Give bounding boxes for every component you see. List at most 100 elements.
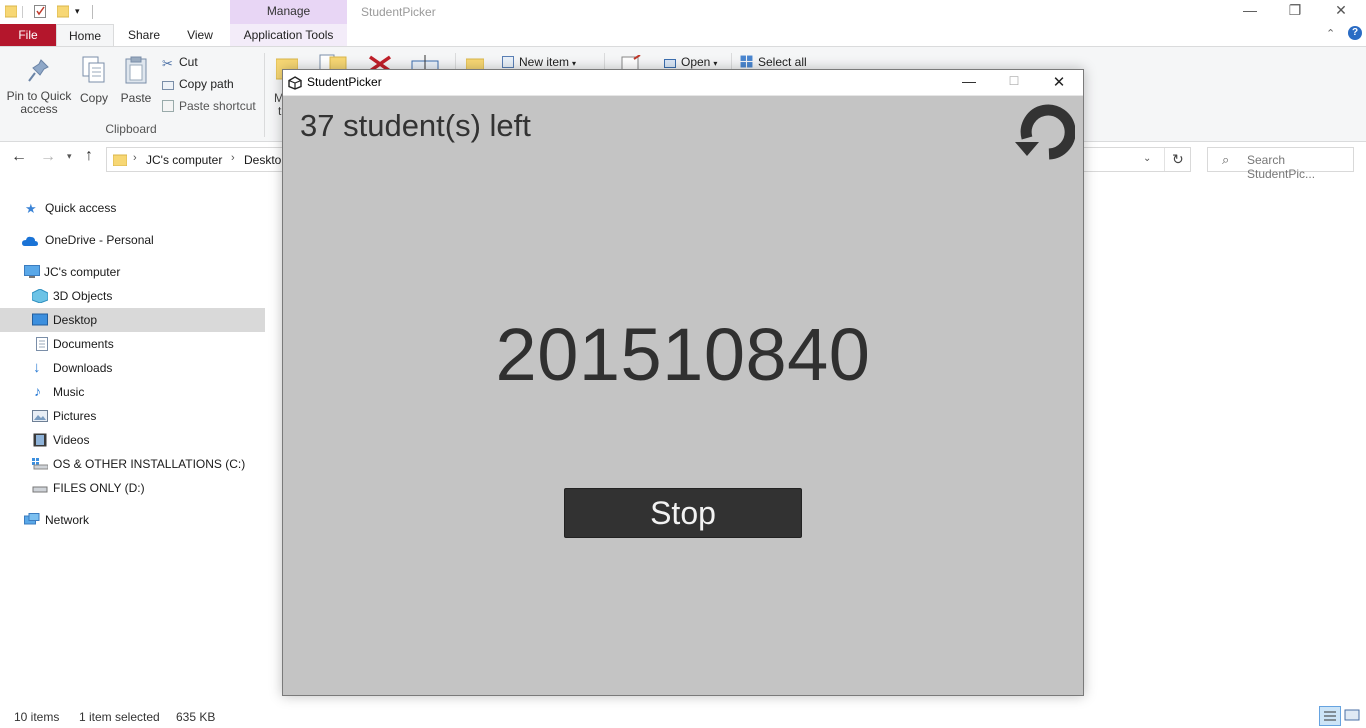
- picker-close-button[interactable]: ✕: [1037, 73, 1081, 93]
- breadcrumb-computer[interactable]: JC's computer: [146, 153, 222, 167]
- item-count: 10 items: [14, 710, 60, 724]
- drive-icon: [32, 486, 48, 493]
- search-input[interactable]: ⌕ Search StudentPic...: [1207, 147, 1354, 181]
- nav-documents[interactable]: Documents: [0, 332, 265, 356]
- reset-button[interactable]: [1013, 104, 1076, 160]
- address-divider: [1164, 148, 1165, 171]
- selection-size: 635 KB: [176, 710, 216, 724]
- nav-label: Quick access: [45, 201, 117, 215]
- ribbon-tabs: File Home Share View Application Tools ⌃…: [0, 24, 1366, 46]
- new-folder-icon[interactable]: [57, 4, 69, 18]
- stop-button[interactable]: Stop: [564, 488, 802, 538]
- nav-label: 3D Objects: [53, 289, 113, 303]
- collapse-ribbon-icon[interactable]: ⌃: [1326, 27, 1335, 40]
- navigation-pane: ★ Quick access OneDrive - Personal JC's …: [0, 190, 266, 540]
- up-arrow-icon[interactable]: ↑: [85, 147, 93, 165]
- nav-quick-access[interactable]: ★ Quick access: [0, 196, 265, 220]
- details-view-button[interactable]: [1319, 706, 1341, 726]
- address-dropdown-icon[interactable]: ⌄: [1143, 153, 1151, 164]
- nav-label: Pictures: [53, 409, 97, 423]
- tab-file[interactable]: File: [0, 24, 56, 46]
- nav-label: Documents: [53, 337, 114, 351]
- videos-icon: [33, 433, 47, 447]
- qat-divider: [22, 6, 23, 18]
- copy-button[interactable]: Copy: [76, 55, 112, 105]
- clipboard-group-label: Clipboard: [105, 122, 157, 136]
- pin-icon: [28, 59, 49, 82]
- new-item-button[interactable]: New item ▾: [502, 55, 576, 69]
- large-icons-view-button[interactable]: [1343, 707, 1363, 725]
- copy-path-button[interactable]: Copy path: [162, 77, 234, 91]
- close-button[interactable]: ✕: [1318, 2, 1364, 22]
- nav-label: Network: [45, 513, 90, 527]
- nav-label: OneDrive - Personal: [45, 233, 154, 247]
- nav-videos[interactable]: Videos: [0, 428, 265, 452]
- refresh-icon[interactable]: ↻: [1172, 151, 1184, 168]
- nav-music[interactable]: ♪ Music: [0, 380, 265, 404]
- cut-button[interactable]: ✂ Cut: [162, 55, 198, 71]
- nav-desktop[interactable]: Desktop: [0, 308, 265, 332]
- documents-icon: [36, 337, 48, 351]
- student-picker-titlebar: StudentPicker — ☐ ✕: [283, 70, 1083, 96]
- search-placeholder: Search StudentPic...: [1247, 153, 1316, 181]
- student-picker-title: StudentPicker: [307, 75, 382, 89]
- paste-icon: [125, 56, 147, 84]
- nav-drive-d[interactable]: FILES ONLY (D:): [0, 476, 265, 500]
- nav-drive-c[interactable]: OS & OTHER INSTALLATIONS (C:): [0, 452, 265, 476]
- forward-arrow-icon[interactable]: →: [40, 148, 56, 166]
- tab-share[interactable]: Share: [118, 24, 170, 46]
- details-view-icon: [1324, 711, 1336, 721]
- select-all-button[interactable]: Select all: [740, 55, 807, 69]
- nav-onedrive[interactable]: OneDrive - Personal: [0, 228, 265, 252]
- select-all-label: Select all: [758, 55, 807, 69]
- students-remaining-label: 37 student(s) left: [300, 108, 531, 143]
- paste-shortcut-label: Paste shortcut: [179, 99, 256, 113]
- unity-logo-icon: [288, 76, 302, 90]
- tab-view[interactable]: View: [174, 24, 226, 46]
- properties-icon[interactable]: [34, 4, 46, 18]
- cut-label: Cut: [179, 55, 198, 69]
- help-icon[interactable]: ?: [1348, 26, 1362, 40]
- explorer-window-title: StudentPicker: [361, 5, 436, 19]
- open-button[interactable]: Open ▾: [664, 55, 717, 69]
- nav-label: Downloads: [53, 361, 113, 375]
- picker-minimize-button[interactable]: —: [947, 73, 991, 93]
- back-arrow-icon[interactable]: ←: [11, 148, 27, 166]
- cloud-icon: [22, 236, 38, 246]
- breadcrumb-separator-icon: ›: [231, 152, 235, 164]
- folder-icon: [113, 154, 127, 166]
- nav-label: Desktop: [53, 313, 98, 327]
- copy-path-label: Copy path: [179, 77, 234, 91]
- nav-3d-objects[interactable]: 3D Objects: [0, 284, 265, 308]
- folder-icon[interactable]: [5, 4, 17, 18]
- recent-locations-icon[interactable]: ▾: [67, 151, 72, 162]
- open-label: Open: [681, 55, 711, 69]
- nav-label: JC's computer: [44, 265, 121, 279]
- nav-network[interactable]: Network: [0, 508, 265, 532]
- network-icon: [24, 513, 40, 525]
- paste-button[interactable]: Paste: [118, 55, 154, 105]
- nav-downloads[interactable]: ↓ Downloads: [0, 356, 265, 380]
- pin-to-quick-access-button[interactable]: Pin to Quick access: [4, 57, 74, 116]
- new-item-icon: [502, 56, 514, 68]
- restore-button[interactable]: ❐: [1272, 2, 1318, 22]
- tab-application-tools[interactable]: Application Tools: [230, 24, 347, 46]
- tab-home[interactable]: Home: [56, 24, 114, 46]
- music-note-icon: ♪: [34, 383, 41, 399]
- qat-dropdown-icon[interactable]: ▾: [75, 6, 80, 17]
- search-icon: ⌕: [1222, 152, 1230, 167]
- minimize-button[interactable]: —: [1227, 2, 1273, 22]
- nav-pictures[interactable]: Pictures: [0, 404, 265, 428]
- scissors-icon: ✂: [162, 56, 173, 71]
- dropdown-arrow-icon: ▾: [713, 59, 718, 68]
- paste-label: Paste: [120, 91, 152, 105]
- copy-path-icon: [162, 81, 174, 90]
- picker-maximize-button[interactable]: ☐: [992, 74, 1036, 94]
- manage-context-tab[interactable]: Manage: [230, 0, 347, 24]
- select-all-icon: [740, 55, 753, 68]
- qat-divider: [92, 5, 93, 19]
- nav-this-pc[interactable]: JC's computer: [0, 260, 265, 284]
- student-picker-window: StudentPicker — ☐ ✕ 37 student(s) left 2…: [282, 69, 1084, 696]
- paste-shortcut-button[interactable]: Paste shortcut: [162, 99, 256, 113]
- copy-label: Copy: [79, 91, 108, 105]
